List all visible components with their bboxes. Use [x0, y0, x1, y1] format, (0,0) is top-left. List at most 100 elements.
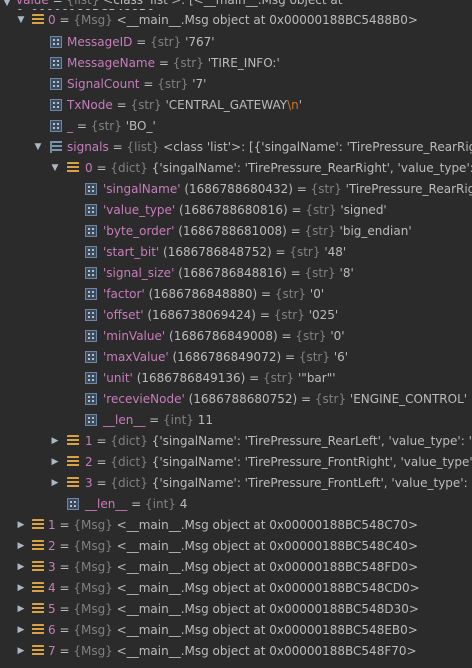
tree-row-dict-entry[interactable]: 'recevieNode' (1686788680752) = {str} 'E…: [0, 389, 472, 410]
tree-row-msg-0[interactable]: ▼ 0 = {Msg} <__main__.Msg object at 0x00…: [0, 10, 472, 31]
tree-row-signals-len[interactable]: __len__ = {int} 4: [0, 494, 472, 515]
var-value: <class 'list'>: [{'singalName': 'TirePre…: [163, 140, 472, 154]
expand-arrow-icon[interactable]: ▶: [50, 473, 60, 494]
tree-row-msg-6[interactable]: ▶ 6 = {Msg} <__main__.Msg object at 0x000…: [0, 620, 472, 641]
expand-arrow-icon[interactable]: ▶: [16, 536, 26, 557]
object-id: (1686786849008): [169, 329, 278, 343]
var-name: 'byte_order': [103, 224, 175, 238]
object-id: (1686786848816): [178, 266, 287, 280]
var-value: '7': [192, 77, 207, 91]
var-name: 5: [48, 602, 56, 616]
tree-row-dict-entry[interactable]: 'maxValue' (1686786849072) = {str} '6': [0, 347, 472, 368]
collapse-arrow-icon[interactable]: ▼: [50, 158, 60, 179]
field-icon: [85, 372, 97, 384]
var-type: {dict}: [110, 434, 148, 448]
var-type: {str}: [90, 119, 122, 133]
tree-row-dict-entry[interactable]: 'value_type' (1686788680816) = {str} 'si…: [0, 200, 472, 221]
tree-row-msg-1[interactable]: ▶ 1 = {Msg} <__main__.Msg object at 0x000…: [0, 515, 472, 536]
var-name: signals: [67, 140, 109, 154]
var-type: {Msg}: [73, 644, 113, 658]
tree-row-dict-entry[interactable]: 'singalName' (1686788680432) = {str} 'Ti…: [0, 179, 472, 200]
expand-arrow-icon[interactable]: ▶: [50, 431, 60, 452]
var-value: <__main__.Msg object at 0x00000188BC548F…: [116, 560, 419, 574]
collapse-arrow-icon[interactable]: ▼: [2, 0, 12, 10]
tree-row-dict-entry[interactable]: 'offset' (1686738069424) = {str} '025': [0, 305, 472, 326]
object-id: (1686738069424): [147, 308, 256, 322]
tree-row-signals[interactable]: ▼ signals = {list} <class 'list'>: [{'si…: [0, 137, 472, 158]
var-name: 7: [48, 644, 56, 658]
var-name: 3: [85, 476, 93, 490]
var-value: <__main__.Msg object at 0x00000188BC5488…: [116, 13, 418, 27]
tree-row-msg-3[interactable]: ▶ 3 = {Msg} <__main__.Msg object at 0x000…: [0, 557, 472, 578]
tree-row-msg-5[interactable]: ▶ 5 = {Msg} <__main__.Msg object at 0x000…: [0, 599, 472, 620]
expand-arrow-icon[interactable]: ▶: [50, 452, 60, 473]
tree-row-signal-2[interactable]: ▶ 2 = {dict} {'singalName': 'TirePressure…: [0, 452, 472, 473]
tree-row-msg-2[interactable]: ▶ 2 = {Msg} <__main__.Msg object at 0x000…: [0, 536, 472, 557]
object-icon: [67, 435, 79, 447]
tree-row-dict-entry[interactable]: 'byte_order' (1686788681008) = {str} 'bi…: [0, 221, 472, 242]
var-type: {Msg}: [73, 581, 113, 595]
var-type: {str}: [263, 371, 295, 385]
tree-row-msg-4[interactable]: ▶ 4 = {Msg} <__main__.Msg object at 0x000…: [0, 578, 472, 599]
expand-arrow-icon[interactable]: ▶: [16, 578, 26, 599]
tree-row-dict-entry[interactable]: 'factor' (1686786848880) = {str} '0': [0, 284, 472, 305]
var-value: '767': [185, 35, 215, 49]
var-value: '48': [324, 245, 347, 259]
expand-arrow-icon[interactable]: ▶: [16, 641, 26, 662]
var-name: 'offset': [103, 308, 144, 322]
expand-arrow-icon[interactable]: ▶: [16, 620, 26, 641]
tree-row-signal-3[interactable]: ▶ 3 = {dict} {'singalName': 'TirePressure…: [0, 473, 472, 494]
var-type: {str}: [295, 329, 327, 343]
expand-arrow-icon[interactable]: ▶: [16, 515, 26, 536]
collapse-arrow-icon[interactable]: ▼: [16, 10, 26, 31]
field-icon: [50, 99, 62, 111]
var-type: {dict}: [110, 455, 148, 469]
var-type: {str}: [298, 350, 331, 364]
expand-arrow-icon[interactable]: ▶: [16, 557, 26, 578]
tree-row-dict-entry[interactable]: 'start_bit' (1686786848752) = {str} '48': [0, 242, 472, 263]
var-type: {Msg}: [73, 560, 113, 574]
var-value: <__main__.Msg object at 0x00000188BC548D…: [116, 602, 419, 616]
collapse-arrow-icon[interactable]: ▼: [33, 137, 43, 158]
var-value: {'singalName': 'TirePressure_RearRight',…: [151, 161, 472, 175]
var-type: {str}: [274, 287, 307, 301]
tree-row-tx-node[interactable]: TxNode = {str} 'CENTRAL_GATEWAY\n': [0, 95, 472, 116]
object-id: (1686788681008): [178, 224, 287, 238]
field-icon: [85, 414, 97, 426]
field-icon: [85, 309, 97, 321]
var-name: 3: [48, 560, 56, 574]
object-icon: [67, 162, 79, 174]
var-type: {Msg}: [73, 518, 113, 532]
field-icon: [50, 36, 62, 48]
tree-row-dict-entry[interactable]: 'unit' (1686786849136) = {str} '"bar"': [0, 368, 472, 389]
var-type: {Msg}: [73, 623, 113, 637]
var-name: 'unit': [103, 371, 133, 385]
var-name: 'singalName': [103, 182, 181, 196]
field-icon: [85, 351, 97, 363]
var-value: {'singalName': 'TirePressure_RearLeft', …: [151, 434, 472, 448]
root-row[interactable]: ▼ value = {list} <class 'list'>: [<__mai…: [0, 0, 472, 10]
var-type: {str}: [273, 308, 305, 322]
tree-row-underscore[interactable]: _ = {str} 'BO_': [0, 116, 472, 137]
var-value: '0': [309, 287, 325, 301]
field-icon: [85, 330, 97, 342]
tree-row-dict-entry[interactable]: 'signal_size' (1686786848816) = {str} '8…: [0, 263, 472, 284]
var-name: 'factor': [103, 287, 145, 301]
tree-row-signal-count[interactable]: SignalCount = {str} '7': [0, 74, 472, 95]
object-id: (1686786849072): [172, 350, 282, 364]
expand-arrow-icon[interactable]: ▶: [16, 599, 26, 620]
var-type: {str}: [310, 182, 342, 196]
tree-row-msg-7[interactable]: ▶ 7 = {Msg} <__main__.Msg object at 0x000…: [0, 641, 472, 662]
var-type: {list}: [66, 0, 100, 7]
tree-row-message-id[interactable]: MessageID = {str} '767': [0, 32, 472, 53]
tree-row-message-name[interactable]: MessageName = {str} 'TIRE_INFO:': [0, 53, 472, 74]
var-type: {str}: [314, 392, 347, 406]
tree-row-signal-0[interactable]: ▼ 0 = {dict} {'singalName': 'TirePressur…: [0, 158, 472, 179]
var-name: 6: [48, 623, 56, 637]
var-name: __len__: [85, 497, 128, 511]
tree-row-dict-entry[interactable]: 'minValue' (1686786849008) = {str} '0': [0, 326, 472, 347]
tree-row-signal-0-len[interactable]: __len__ = {int} 11: [0, 410, 472, 431]
var-name: 0: [48, 13, 56, 27]
field-icon: [67, 498, 79, 510]
tree-row-signal-1[interactable]: ▶ 1 = {dict} {'singalName': 'TirePressure…: [0, 431, 472, 452]
